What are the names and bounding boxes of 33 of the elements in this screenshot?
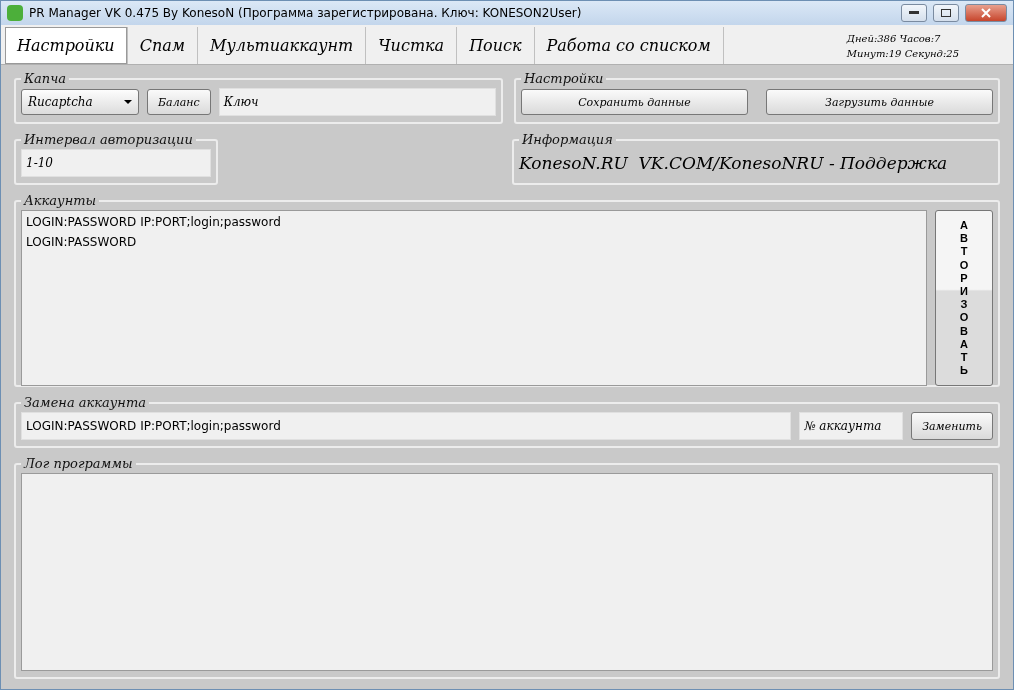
close-icon: [981, 8, 991, 18]
interval-field[interactable]: 1-10: [21, 149, 211, 177]
maximize-icon: [941, 9, 951, 17]
settings-button[interactable]: Загрузить данные: [766, 89, 993, 115]
close-button[interactable]: [965, 4, 1007, 22]
balance-button[interactable]: Баланс: [147, 89, 211, 115]
maximize-button[interactable]: [933, 4, 959, 22]
minimize-button[interactable]: [901, 4, 927, 22]
window-title: PR Manager VK 0.475 By KonesoN (Программа зарегистрирована. Ключ: KONESON2User): [29, 6, 583, 20]
group-title: Замена аккаунта: [23, 395, 147, 410]
replace-button[interactable]: Заменить: [911, 412, 993, 440]
group-title: Капча: [23, 71, 68, 86]
group-title: Интервал авторизации: [23, 132, 194, 147]
service-dropdown[interactable]: Rucaptcha: [21, 89, 139, 115]
group-title: Аккаунты: [22, 193, 98, 208]
minimize-icon: [909, 11, 919, 15]
timer-text: Минут:19 Секунд:25: [846, 47, 959, 61]
group-title: Настройки: [523, 71, 605, 86]
support-text: KonesoN.RU VK.COM/KonesoNRU - Поддержка: [519, 152, 948, 175]
account-line: LOGIN:PASSWORD: [26, 235, 138, 249]
account-line: LOGIN:PASSWORD IP:PORT;login;password: [26, 215, 282, 229]
app-logo-icon: [7, 5, 23, 21]
account-number-field[interactable]: № аккаунта: [799, 412, 904, 440]
key-field[interactable]: Ключ: [218, 88, 496, 116]
timer-text: Дней:386 Часов:7: [846, 32, 942, 46]
tab[interactable]: Настройки: [5, 27, 128, 64]
accounts-textarea[interactable]: LOGIN:PASSWORD IP:PORT;login;password LOGIN:PASSWORD: [21, 210, 927, 387]
account-field[interactable]: LOGIN:PASSWORD IP:PORT;login;password: [21, 412, 792, 440]
authorize-button[interactable]: АВТОРИЗОВАТЬ: [935, 210, 993, 387]
group-title: Информация: [521, 132, 614, 147]
group-title: Лог программы: [22, 456, 134, 471]
settings-button[interactable]: Сохранить данные: [521, 89, 748, 115]
caret-icon: [124, 100, 132, 104]
